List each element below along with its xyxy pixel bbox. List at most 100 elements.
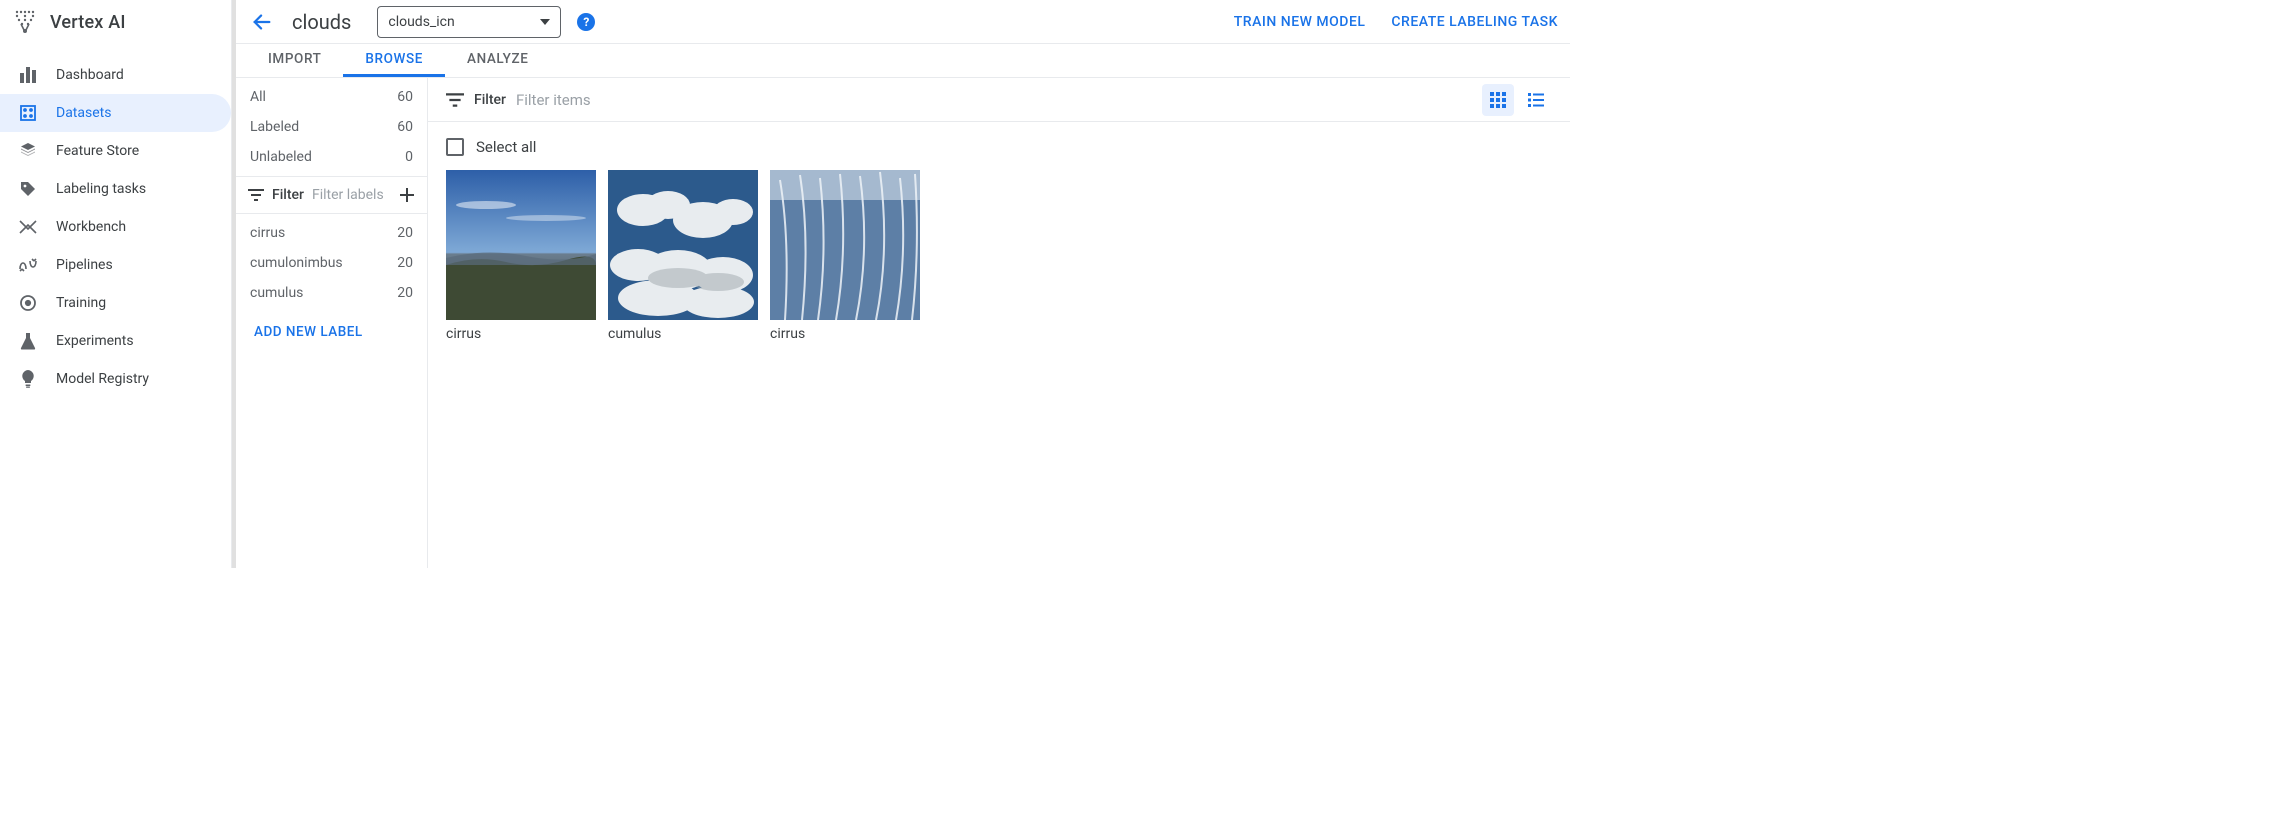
label-row-cumulonimbus[interactable]: cumulonimbus 20	[236, 248, 427, 278]
tab-analyze[interactable]: ANALYZE	[445, 44, 550, 77]
content: All 60 Labeled 60 Unlabeled 0	[236, 78, 1570, 568]
label-summary: All 60 Labeled 60 Unlabeled 0	[236, 78, 427, 176]
sidebar-item-workbench[interactable]: Workbench	[0, 208, 231, 246]
sidebar-item-label: Dashboard	[56, 67, 124, 83]
sidebar-item-label: Training	[56, 295, 106, 311]
view-toggle	[1482, 84, 1552, 116]
summary-label: Unlabeled	[250, 149, 312, 165]
label-panel: All 60 Labeled 60 Unlabeled 0	[236, 78, 428, 568]
label-count: 20	[397, 285, 413, 301]
brand-title: Vertex AI	[50, 12, 126, 33]
feature-store-icon	[18, 141, 38, 161]
sidebar-item-feature-store[interactable]: Feature Store	[0, 132, 231, 170]
browse-panel: Filter Filter items Select all	[428, 78, 1570, 568]
chevron-down-icon	[540, 19, 550, 25]
help-icon[interactable]: ?	[577, 13, 595, 31]
topbar: clouds clouds_icn ? TRAIN NEW MODEL CREA…	[236, 0, 1570, 44]
select-all-label: Select all	[476, 138, 536, 156]
summary-all[interactable]: All 60	[236, 82, 427, 112]
grid-view-button[interactable]	[1482, 84, 1514, 116]
filter-icon	[248, 188, 264, 202]
add-label-icon-button[interactable]	[399, 187, 415, 203]
label-filter-input[interactable]: Filter labels	[312, 187, 391, 203]
filter-label: Filter	[474, 92, 506, 108]
sidebar-item-label: Datasets	[56, 105, 111, 121]
tab-label: IMPORT	[268, 51, 321, 67]
sidebar-item-model-registry[interactable]: Model Registry	[0, 360, 231, 398]
image-label: cirrus	[446, 326, 596, 342]
sidebar-item-label: Pipelines	[56, 257, 113, 273]
label-count: 20	[397, 255, 413, 271]
main: clouds clouds_icn ? TRAIN NEW MODEL CREA…	[232, 0, 1570, 568]
tab-import[interactable]: IMPORT	[246, 44, 343, 77]
annotation-set-select[interactable]: clouds_icn	[377, 6, 561, 38]
train-new-model-button[interactable]: TRAIN NEW MODEL	[1234, 14, 1366, 30]
create-labeling-task-button[interactable]: CREATE LABELING TASK	[1391, 14, 1558, 30]
tag-icon	[18, 179, 38, 199]
summary-unlabeled[interactable]: Unlabeled 0	[236, 142, 427, 172]
summary-labeled[interactable]: Labeled 60	[236, 112, 427, 142]
tab-browse[interactable]: BROWSE	[343, 44, 445, 77]
image-label: cirrus	[770, 326, 920, 342]
sidebar-item-datasets[interactable]: Datasets	[0, 94, 231, 132]
image-card: cirrus	[770, 170, 920, 342]
flask-icon	[18, 331, 38, 351]
brand: Vertex AI	[0, 0, 231, 44]
back-button[interactable]	[248, 8, 276, 36]
label-row-cirrus[interactable]: cirrus 20	[236, 218, 427, 248]
sidebar: Vertex AI Dashboard Datasets Feature Sto…	[0, 0, 232, 568]
filter-icon	[446, 92, 464, 108]
sidebar-item-label: Labeling tasks	[56, 181, 146, 197]
workbench-icon	[18, 217, 38, 237]
summary-count: 0	[405, 149, 413, 165]
item-filter-bar: Filter Filter items	[428, 78, 1570, 122]
label-filter-bar: Filter Filter labels	[236, 176, 427, 214]
image-label: cumulus	[608, 326, 758, 342]
top-actions: TRAIN NEW MODEL CREATE LABELING TASK	[1234, 14, 1558, 30]
label-name: cumulonimbus	[250, 255, 343, 271]
datasets-icon	[18, 103, 38, 123]
label-name: cumulus	[250, 285, 303, 301]
sidebar-item-pipelines[interactable]: Pipelines	[0, 246, 231, 284]
app-root: Vertex AI Dashboard Datasets Feature Sto…	[0, 0, 1570, 568]
labels-list: cirrus 20 cumulonimbus 20 cumulus 20	[236, 214, 427, 312]
main-inner: clouds clouds_icn ? TRAIN NEW MODEL CREA…	[236, 0, 1570, 568]
training-icon	[18, 293, 38, 313]
summary-count: 60	[397, 119, 413, 135]
summary-label: All	[250, 89, 266, 105]
tabs: IMPORT BROWSE ANALYZE	[236, 44, 1570, 78]
vertex-ai-logo-icon	[14, 10, 36, 34]
select-all-checkbox[interactable]	[446, 138, 464, 156]
label-count: 20	[397, 225, 413, 241]
sidebar-item-training[interactable]: Training	[0, 284, 231, 322]
summary-count: 60	[397, 89, 413, 105]
sidebar-item-experiments[interactable]: Experiments	[0, 322, 231, 360]
select-all-row: Select all	[446, 138, 1552, 156]
sidebar-item-dashboard[interactable]: Dashboard	[0, 56, 231, 94]
filter-label: Filter	[272, 187, 304, 203]
list-view-button[interactable]	[1520, 84, 1552, 116]
pipelines-icon	[18, 255, 38, 275]
browse-scroll-area[interactable]: Select all	[428, 122, 1570, 568]
image-thumbnail[interactable]	[770, 170, 920, 320]
sidebar-item-label: Workbench	[56, 219, 126, 235]
item-filter-input[interactable]: Filter items	[516, 91, 1472, 109]
label-row-cumulus[interactable]: cumulus 20	[236, 278, 427, 308]
sidebar-item-labeling-tasks[interactable]: Labeling tasks	[0, 170, 231, 208]
page-title: clouds	[292, 10, 351, 34]
add-new-label-button[interactable]: ADD NEW LABEL	[236, 312, 427, 352]
dashboard-icon	[18, 65, 38, 85]
sidebar-nav: Dashboard Datasets Feature Store Labelin…	[0, 56, 231, 398]
summary-label: Labeled	[250, 119, 299, 135]
tab-label: ANALYZE	[467, 51, 528, 67]
image-grid: cirrus	[446, 170, 1552, 342]
annotation-set-select-value: clouds_icn	[388, 14, 454, 30]
image-card: cumulus	[608, 170, 758, 342]
sidebar-item-label: Feature Store	[56, 143, 139, 159]
image-thumbnail[interactable]	[608, 170, 758, 320]
sidebar-item-label: Model Registry	[56, 371, 149, 387]
tab-label: BROWSE	[365, 51, 423, 67]
image-thumbnail[interactable]	[446, 170, 596, 320]
lightbulb-icon	[18, 369, 38, 389]
sidebar-item-label: Experiments	[56, 333, 134, 349]
